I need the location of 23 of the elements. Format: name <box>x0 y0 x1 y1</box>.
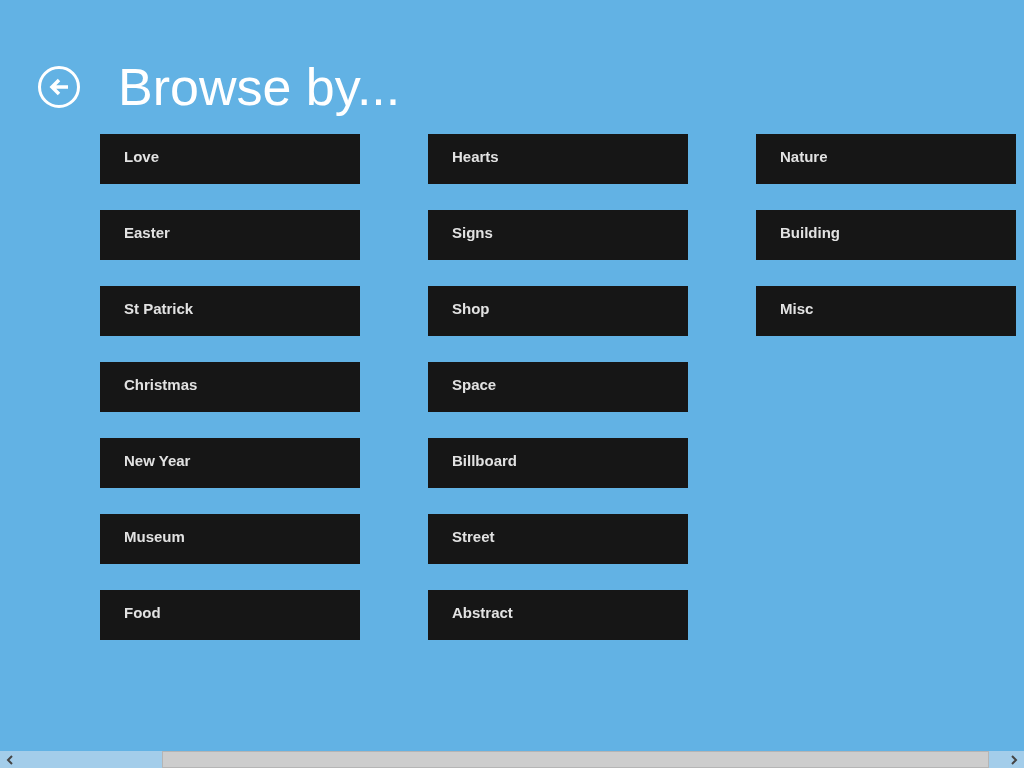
category-tile[interactable]: Museum <box>100 514 360 564</box>
chevron-right-icon <box>1009 754 1019 765</box>
category-tile[interactable]: Hearts <box>428 134 688 184</box>
category-tile[interactable]: Love <box>100 134 360 184</box>
chevron-left-icon <box>5 754 15 765</box>
back-button[interactable] <box>38 66 80 108</box>
category-tile[interactable]: New Year <box>100 438 360 488</box>
horizontal-scrollbar[interactable] <box>0 751 1024 768</box>
category-tile[interactable]: Shop <box>428 286 688 336</box>
left-arrow-icon <box>48 77 70 97</box>
category-tile[interactable]: Abstract <box>428 590 688 640</box>
category-tile[interactable]: Christmas <box>100 362 360 412</box>
category-tile[interactable]: Nature <box>756 134 1016 184</box>
category-tile[interactable]: Street <box>428 514 688 564</box>
category-tile[interactable]: Food <box>100 590 360 640</box>
category-tile[interactable]: St Patrick <box>100 286 360 336</box>
category-tile[interactable]: Easter <box>100 210 360 260</box>
category-tile[interactable]: Misc <box>756 286 1016 336</box>
category-tile[interactable]: Signs <box>428 210 688 260</box>
scroll-thumb[interactable] <box>162 751 989 768</box>
category-tile[interactable]: Building <box>756 210 1016 260</box>
category-tile[interactable]: Billboard <box>428 438 688 488</box>
category-tile[interactable]: Space <box>428 362 688 412</box>
